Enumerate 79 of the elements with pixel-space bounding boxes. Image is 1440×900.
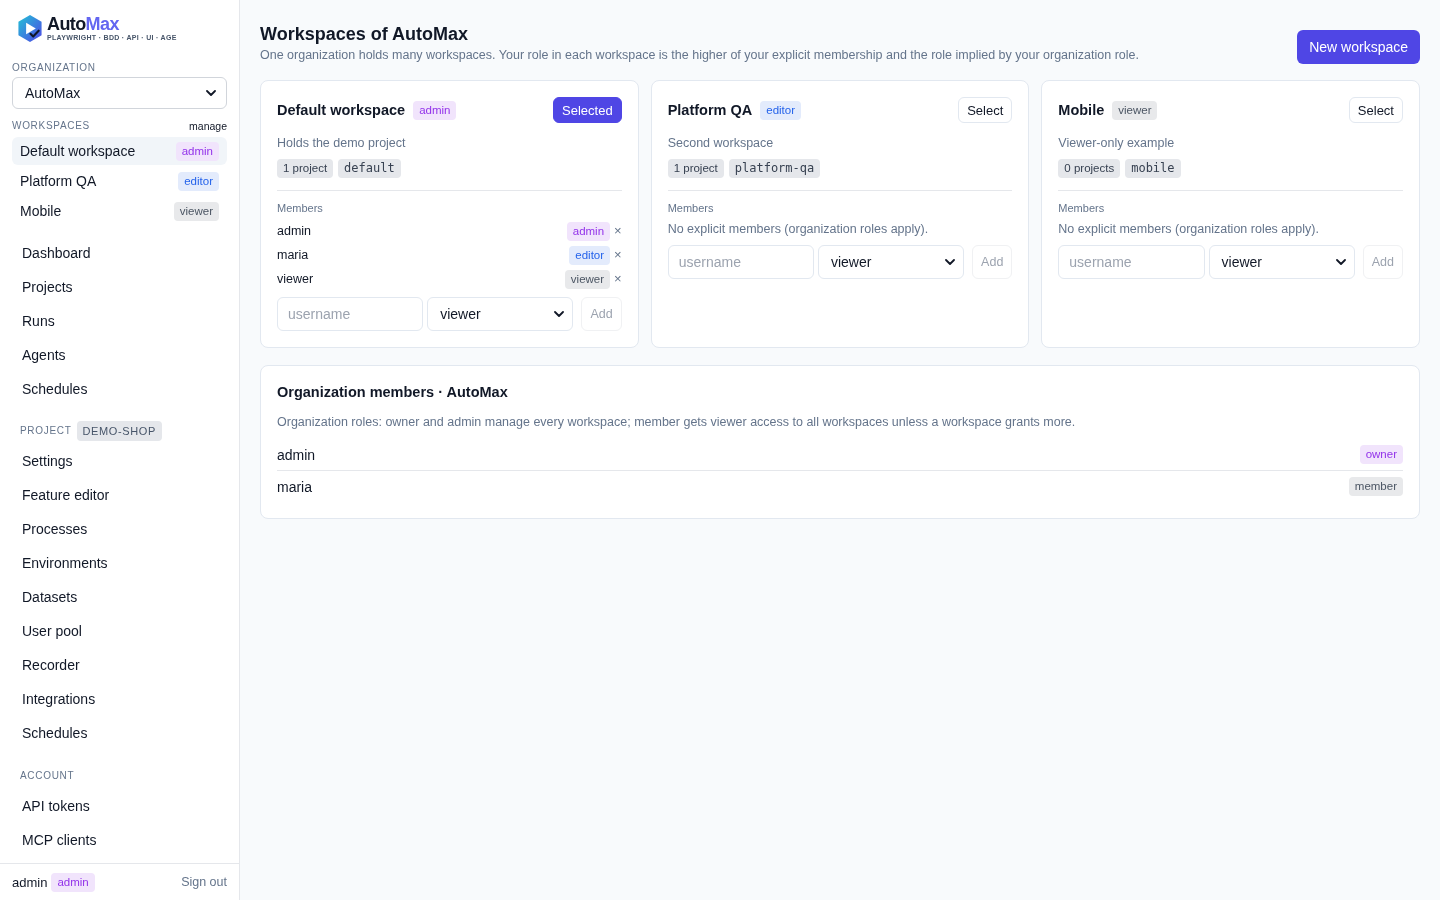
page-subtitle: One organization holds many workspaces. Your role in each workspace is the higher of your explicit membership and the role implied by your organization role. xyxy=(260,47,1139,64)
select-button[interactable]: Select xyxy=(1348,97,1403,123)
role-badge: editor xyxy=(760,100,802,120)
project-count-tag: 1 project xyxy=(277,159,334,178)
slug-tag: platform-qa xyxy=(728,159,821,178)
role-badge: member xyxy=(1348,477,1403,496)
chevron-down-icon xyxy=(1335,259,1346,265)
member-name: viewer xyxy=(277,272,314,286)
user-name: admin xyxy=(12,874,48,890)
remove-button[interactable]: × xyxy=(614,248,622,262)
sidebar-nav-item[interactable]: Datasets xyxy=(12,580,227,614)
role-badge: viewer xyxy=(1112,100,1158,120)
section-label: WORKSPACES xyxy=(12,120,90,132)
page-title: Workspaces of AutoMax xyxy=(260,23,470,46)
sidebar-nav-item[interactable]: Integrations xyxy=(12,682,227,716)
empty-members-note: No explicit members (organization roles apply). xyxy=(1058,221,1320,238)
chevron-down-icon xyxy=(554,311,565,317)
role-badge: admin xyxy=(413,100,457,120)
chevron-down-icon xyxy=(206,90,216,96)
workspace-item[interactable]: Mobile viewer xyxy=(12,197,227,225)
card-title: Organization members · AutoMax xyxy=(277,383,509,402)
workspace-item[interactable]: Platform QA editor xyxy=(12,167,227,195)
role-badge: admin xyxy=(566,221,611,241)
sidebar-nav-item[interactable]: Agents xyxy=(12,338,227,372)
sidebar-nav-item[interactable]: Processes xyxy=(12,512,227,546)
slug-tag: mobile xyxy=(1125,159,1181,178)
empty-members-note: No explicit members (organization roles apply). xyxy=(667,221,930,238)
workspace-description: Second workspace xyxy=(667,135,775,152)
select-button[interactable]: Selected xyxy=(553,97,622,123)
member-name: admin xyxy=(277,224,312,238)
manage-link[interactable]: manage xyxy=(189,120,227,132)
sidebar-nav-item[interactable]: Dashboard xyxy=(12,236,227,270)
project-count-tag: 1 project xyxy=(667,159,724,178)
sidebar-nav-item[interactable]: Schedules xyxy=(12,716,227,750)
member-name: maria xyxy=(277,478,312,495)
project-count-tag: 0 projects xyxy=(1058,159,1121,178)
sidebar-nav-item[interactable]: Schedules xyxy=(12,372,227,406)
chevron-down-icon xyxy=(945,259,956,265)
member-name: maria xyxy=(277,248,309,262)
workspace-name: Default workspace xyxy=(277,101,406,120)
sign-out-link[interactable]: Sign out xyxy=(181,875,227,889)
logo-icon xyxy=(18,14,42,42)
members-label: Members xyxy=(1058,201,1106,215)
members-label: Members xyxy=(277,201,324,215)
sidebar-nav-item[interactable]: Environments xyxy=(12,546,227,580)
section-label: ORGANIZATION xyxy=(12,62,97,74)
section-label: ACCOUNT xyxy=(20,770,75,782)
sidebar-nav-item[interactable]: Recorder xyxy=(12,648,227,682)
new-workspace-button[interactable]: New workspace xyxy=(1297,30,1420,64)
sidebar-nav-item[interactable]: API tokens xyxy=(12,789,227,823)
organization-select[interactable]: AutoMax xyxy=(12,77,227,109)
role-badge: owner xyxy=(1359,445,1403,464)
card-description: Organization roles: owner and admin manage every workspace; member gets viewer access to all workspaces unless a workspace grants more. xyxy=(277,414,1077,431)
role-badge: viewer xyxy=(564,269,611,289)
member-name: admin xyxy=(277,446,316,463)
workspace-description: Holds the demo project xyxy=(277,135,407,152)
workspace-name: Platform QA xyxy=(667,101,753,120)
role-badge: editor xyxy=(569,245,611,265)
project-badge: DEMO-SHOP xyxy=(76,421,162,441)
sidebar-nav-item[interactable]: Settings xyxy=(12,444,227,478)
select-button[interactable]: Select xyxy=(958,97,1013,123)
sidebar-nav-item[interactable]: Runs xyxy=(12,304,227,338)
role-badge: admin xyxy=(51,872,95,892)
role-badge: editor xyxy=(178,171,219,191)
section-label: PROJECT xyxy=(20,425,72,437)
sidebar-nav-item[interactable]: Projects xyxy=(12,270,227,304)
slug-tag: default xyxy=(338,159,401,178)
remove-button[interactable]: × xyxy=(614,272,622,286)
sidebar-nav-item[interactable]: Feature editor xyxy=(12,478,227,512)
workspace-name: Mobile xyxy=(1058,101,1105,120)
role-badge: viewer xyxy=(173,201,219,221)
sidebar-nav-item[interactable]: User pool xyxy=(12,614,227,648)
workspace-item[interactable]: Default workspace admin xyxy=(12,137,227,165)
role-badge: admin xyxy=(175,141,219,161)
logo-wordmark: AutoMax xyxy=(47,14,120,33)
remove-button[interactable]: × xyxy=(614,224,622,238)
workspace-description: Viewer-only example xyxy=(1058,135,1176,152)
sidebar-nav-item[interactable]: MCP clients xyxy=(12,823,227,857)
members-label: Members xyxy=(667,201,715,215)
